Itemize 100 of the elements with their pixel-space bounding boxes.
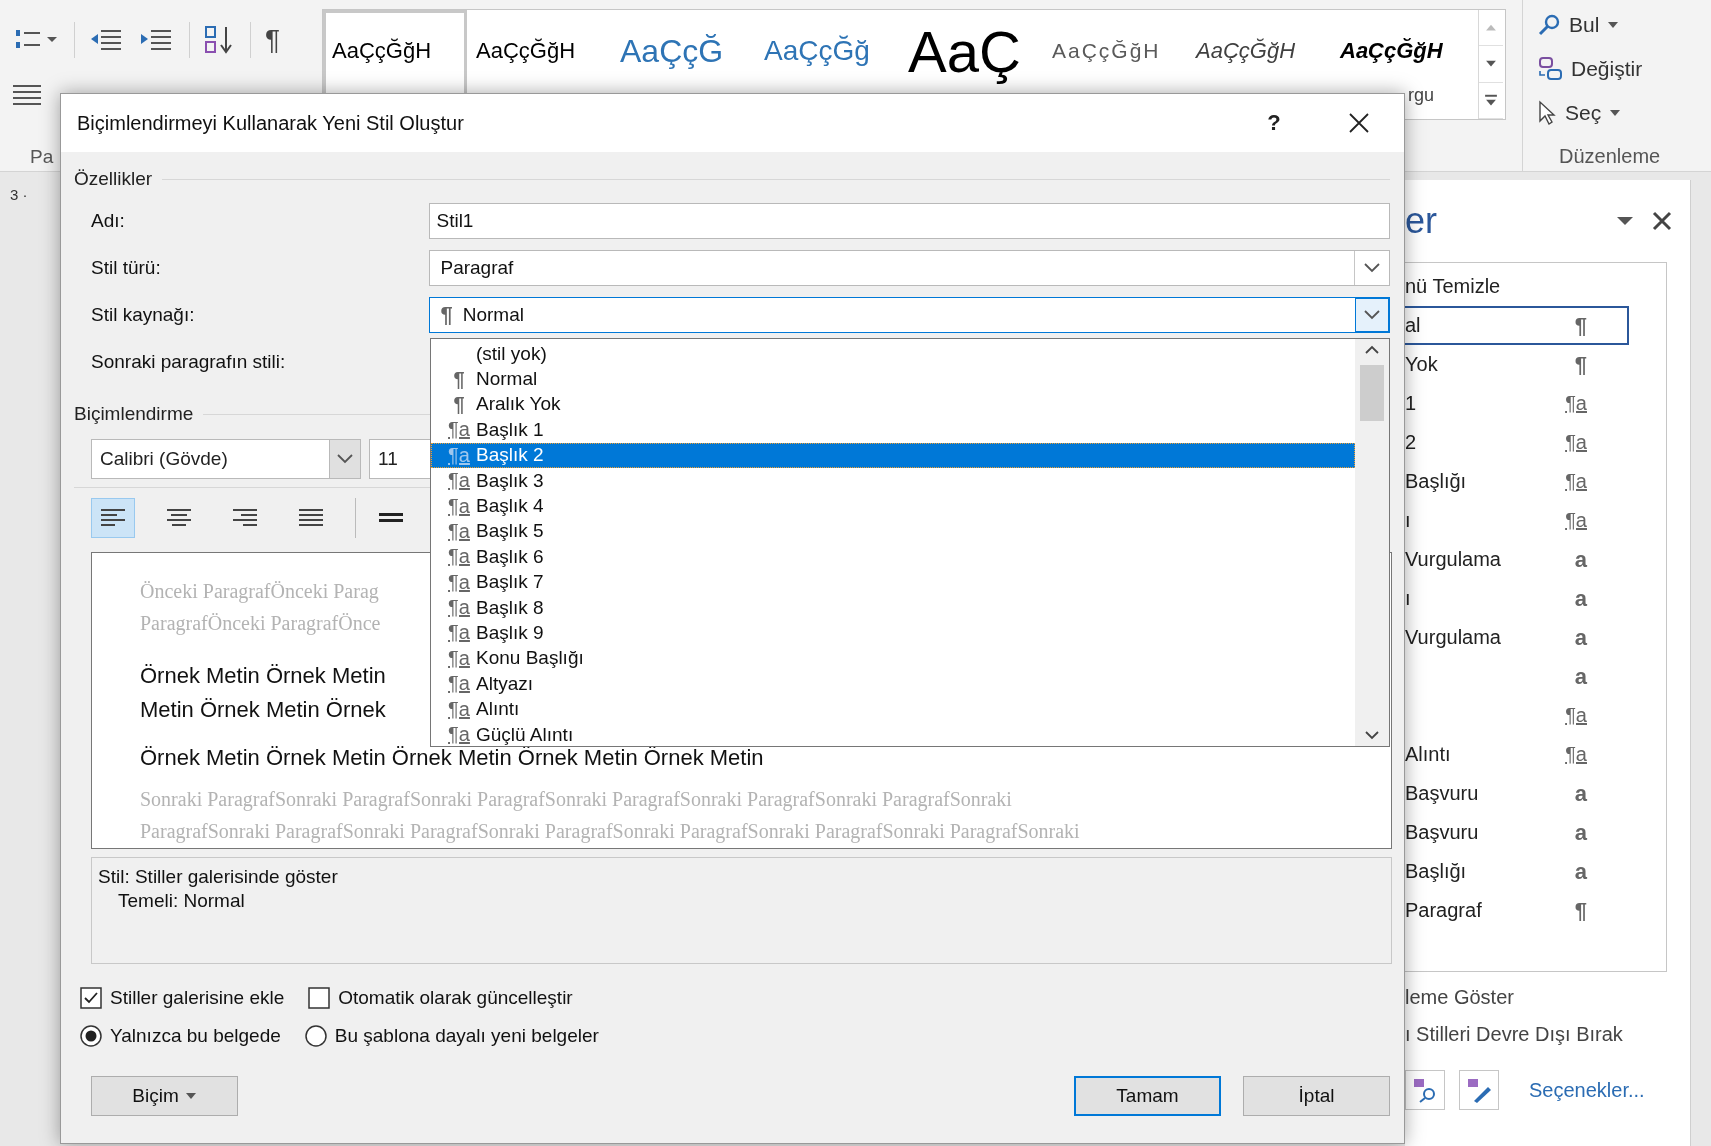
checkbox[interactable]: Stiller galerisine ekle (80, 987, 285, 1009)
dropdown-item[interactable]: ¶a Alıntı (431, 696, 1355, 722)
paragraph-mark-icon[interactable]: ¶ (265, 24, 281, 56)
style-type-mark: ¶ (440, 301, 453, 328)
style-name: Başlığı (1405, 860, 1467, 883)
option-label[interactable]: ı Stilleri Devre Dışı Bırak (1405, 1023, 1690, 1046)
style-type-mark: ¶a (448, 519, 470, 542)
style-type-mark: ¶a (1565, 509, 1587, 532)
style-type-mark: a (1574, 858, 1587, 885)
align-icon (12, 84, 42, 106)
align-right-icon (232, 508, 258, 528)
style-list-item[interactable]: ı ¶a (1405, 501, 1629, 540)
group-label: Pa (30, 146, 54, 168)
style-list-item[interactable]: Vurgulama a (1405, 618, 1629, 657)
dropdown-item[interactable]: ¶ Aralık Yok (431, 391, 1355, 418)
style-type-mark: ¶a (448, 672, 470, 695)
style-sample: AaÇçĞğH (1196, 38, 1296, 64)
dropdown-caret-icon (1616, 216, 1634, 226)
description-text: Temeli: Normal (117, 890, 246, 912)
scrollbar-thumb[interactable] (1360, 365, 1384, 421)
cursor-arrow-icon (1537, 100, 1557, 126)
style-type-mark: ¶a (448, 697, 470, 720)
radio-button[interactable]: Bu şablona dayalı yeni belgeler (304, 1025, 599, 1047)
dialog-button[interactable]: Tamam (1074, 1076, 1221, 1116)
align-left-icon (100, 508, 126, 528)
style-type-mark: ¶a (448, 570, 470, 593)
style-type-mark: a (1574, 546, 1587, 573)
style-name: 2 (1405, 431, 1417, 454)
style-dropdown[interactable]: ¶ Normal (429, 296, 1390, 333)
style-list-item[interactable]: ı a (1405, 579, 1629, 618)
style-list-item[interactable]: Başvuru a (1405, 774, 1629, 813)
style-list-item[interactable]: Başlığı ¶a (1405, 462, 1629, 501)
style-name: ı (1405, 509, 1411, 532)
pane-title: er (1405, 200, 1437, 242)
style-list-item[interactable]: Yok ¶ (1405, 345, 1629, 384)
style-name: rgu (1407, 85, 1435, 106)
style-list-item[interactable]: Alıntı ¶a (1405, 735, 1629, 774)
sample-text: Örnek Metin Örnek Metin Örnek Metin Örnek Metin Örnek Metin (140, 745, 764, 772)
style-sample: AaÇçĞğ (764, 35, 870, 67)
options-link[interactable]: Seçenekler... (1529, 1078, 1645, 1102)
name-field[interactable]: Stil1 (429, 202, 1390, 239)
option-label[interactable]: leme Göster (1405, 986, 1690, 1009)
style-type-mark: ¶a (448, 723, 470, 746)
sample-text: Metin Örnek Metin Örnek (140, 696, 386, 724)
dropdown-item[interactable]: ¶a Güçlü Alıntı (431, 721, 1355, 748)
dropdown-item[interactable]: ¶a Başlık 5 (431, 518, 1355, 545)
dropdown-item[interactable]: ¶a Altyazı (431, 671, 1355, 697)
style-type-mark: ¶a (1565, 431, 1587, 454)
style-type-mark: ¶a (1565, 470, 1587, 493)
style-list-item[interactable]: nü Temizle (1405, 267, 1629, 306)
help-button[interactable]: ? (1234, 109, 1314, 137)
style-list-item[interactable]: al ¶ (1405, 306, 1629, 345)
dropdown-item[interactable]: ¶a Başlık 4 (431, 493, 1355, 519)
style-magnifier-icon (1412, 1077, 1438, 1103)
field-label: Stil kaynağı: (91, 303, 196, 326)
style-type-mark: ¶a (1565, 392, 1587, 415)
style-list-item[interactable]: Başlığı a (1405, 852, 1629, 891)
dialog-button[interactable]: İptal (1243, 1076, 1390, 1116)
dropdown-item[interactable]: ¶a Başlık 8 (431, 594, 1355, 621)
ribbon-button[interactable]: Değiştir (1533, 48, 1647, 90)
style-dropdown[interactable]: Paragraf (429, 249, 1390, 286)
style-sample: AaÇçĞğH (1340, 38, 1443, 64)
sample-text: Örnek Metin Örnek Metin (140, 662, 386, 690)
dropdown-item[interactable]: ¶a Konu Başlığı (431, 645, 1355, 672)
ribbon-button[interactable]: Bul (1533, 4, 1624, 46)
dropdown-item[interactable]: ¶a Başlık 7 (431, 569, 1355, 595)
style-inspector-button[interactable] (1405, 1070, 1445, 1110)
alignment-button[interactable] (91, 498, 135, 538)
preview-text: Sonraki ParagrafSonraki ParagrafSonraki ParagrafSonraki ParagrafSonraki ParagrafSonraki ParagrafSonraki (140, 787, 1012, 813)
checkbox[interactable]: Otomatik olarak güncelleştir (308, 987, 573, 1009)
dropdown-item[interactable]: ¶a Başlık 2 (431, 442, 1355, 468)
dropdown-item[interactable]: ¶ Normal (431, 366, 1355, 392)
search-icon (1537, 13, 1561, 37)
style-name: nü Temizle (1405, 275, 1501, 298)
style-type-mark: a (1574, 780, 1587, 807)
style-list-item[interactable]: a (1405, 657, 1629, 696)
manage-styles-button[interactable] (1459, 1070, 1499, 1110)
dialog-button[interactable]: Biçim (91, 1076, 238, 1116)
style-list-item[interactable]: Paragraf ¶ (1405, 891, 1629, 930)
dropdown-item[interactable]: ¶a Başlık 6 (431, 544, 1355, 570)
dropdown-item[interactable]: (stil yok) (431, 341, 1355, 367)
style-pen-icon (1466, 1077, 1492, 1103)
radio-button[interactable]: Yalnızca bu belgede (80, 1025, 281, 1047)
style-list-item[interactable]: Vurgulama a (1405, 540, 1629, 579)
style-sample: AaÇçĞğH (332, 38, 432, 64)
style-name: Paragraf (1405, 899, 1482, 922)
style-list-item[interactable]: 2 ¶a (1405, 423, 1629, 462)
style-name: Yok (1405, 353, 1438, 376)
ribbon-button[interactable]: Seç (1533, 92, 1626, 134)
font-dropdown[interactable]: Calibri (Gövde) (91, 439, 361, 479)
style-list-item[interactable]: ¶a (1405, 696, 1629, 735)
field-label: Sonraki paragrafın stili: (91, 350, 287, 373)
style-name: Alıntı (1405, 743, 1451, 766)
dropdown-item[interactable]: ¶a Başlık 9 (431, 620, 1355, 646)
style-list-item[interactable]: 1 ¶a (1405, 384, 1629, 423)
justify-icon (298, 508, 324, 528)
style-list-item[interactable]: Başvuru a (1405, 813, 1629, 852)
style-type-mark: ¶a (448, 418, 470, 441)
style-sample: AaÇçĞ (620, 32, 724, 70)
style-type-mark: a (1574, 819, 1587, 846)
